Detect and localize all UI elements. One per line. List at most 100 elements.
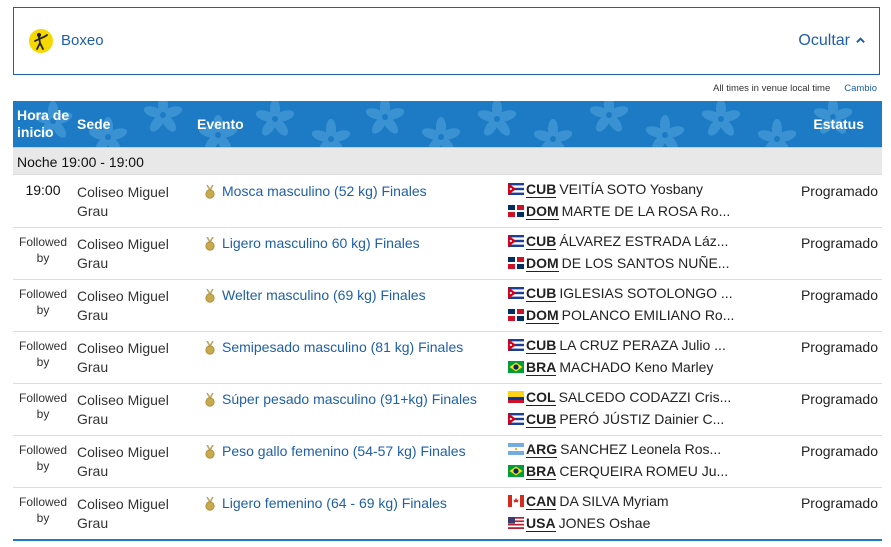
athlete-name[interactable]: ÁLVAREZ ESTRADA Láz... [559, 233, 728, 249]
table-row: Followed by Coliseo Miguel Grau Ligero f… [13, 488, 882, 540]
table-row: Followed by Coliseo Miguel Grau Ligero m… [13, 228, 882, 280]
followed-by-label: Followed by [18, 287, 68, 317]
competitor: BRA CERQUEIRA ROMEU Ju... [508, 463, 728, 483]
competitor: CUB LA CRUZ PERAZA Julio ... [508, 337, 726, 357]
event-link[interactable]: Mosca masculino (52 kg) Finales [222, 183, 427, 199]
dominican-republic-flag-icon [508, 205, 524, 217]
session-group-label: Noche 19:00 - 19:00 [17, 154, 144, 170]
sport-section-header: Boxeo Ocultar [13, 7, 880, 75]
competitor: DOM POLANCO EMILIANO Ro... [508, 307, 734, 327]
country-code[interactable]: BRA [526, 463, 557, 480]
cuba-flag-icon [508, 339, 524, 351]
status-label: Programado [800, 183, 878, 199]
athlete-name[interactable]: SALCEDO CODAZZI Cris... [559, 389, 732, 405]
country-code[interactable]: COL [526, 389, 556, 406]
competitor: ARG SANCHEZ Leonela Ros... [508, 441, 721, 461]
dominican-republic-flag-icon [508, 257, 524, 269]
country-code[interactable]: DOM [526, 255, 559, 272]
medal-icon [205, 445, 215, 459]
athlete-name[interactable]: JONES Oshae [559, 515, 651, 531]
session-group-header: Noche 19:00 - 19:00 [13, 147, 882, 175]
event-link[interactable]: Semipesado masculino (81 kg) Finales [222, 339, 463, 355]
country-code[interactable]: CUB [526, 285, 557, 302]
event-link[interactable]: Welter masculino (69 kg) Finales [222, 287, 426, 303]
table-row: 19:00 Coliseo Miguel Grau Mosca masculin… [13, 176, 882, 228]
usa-flag-icon [508, 517, 524, 529]
country-code[interactable]: DOM [526, 307, 559, 324]
table-row: Followed by Coliseo Miguel Grau Peso gal… [13, 436, 882, 488]
header-event: Evento [197, 116, 244, 132]
venue-name: Coliseo Miguel Grau [77, 496, 169, 531]
country-code[interactable]: DOM [526, 203, 559, 220]
table-row: Followed by Coliseo Miguel Grau Semipesa… [13, 332, 882, 384]
followed-by-label: Followed by [18, 339, 68, 369]
competitor: CUB ÁLVAREZ ESTRADA Láz... [508, 233, 728, 253]
medal-icon [205, 185, 215, 199]
medal-icon [205, 341, 215, 355]
followed-by-label: Followed by [18, 443, 68, 473]
event-link[interactable]: Ligero masculino 60 kg) Finales [222, 235, 420, 251]
start-time: 19:00 [25, 182, 61, 198]
country-code[interactable]: ARG [526, 441, 558, 458]
flower-pattern-decoration [32, 101, 854, 147]
venue-name: Coliseo Miguel Grau [77, 236, 169, 271]
medal-icon [205, 497, 215, 511]
country-code[interactable]: CUB [526, 181, 557, 198]
cuba-flag-icon [508, 235, 524, 247]
timezone-change-link[interactable]: Cambio [844, 83, 877, 94]
competitor: CAN DA SILVA Myriam [508, 493, 669, 513]
brazil-flag-icon [508, 465, 524, 477]
event-link[interactable]: Peso gallo femenino (54-57 kg) Finales [222, 443, 466, 459]
athlete-name[interactable]: IGLESIAS SOTOLONGO ... [559, 285, 732, 301]
status-label: Programado [800, 287, 878, 303]
athlete-name[interactable]: DA SILVA Myriam [559, 493, 668, 509]
status-label: Programado [800, 443, 878, 459]
venue-name: Coliseo Miguel Grau [77, 184, 169, 219]
header-status: Estatus [813, 116, 864, 132]
event-link[interactable]: Súper pesado masculino (91+kg) Finales [222, 391, 477, 407]
header-venue: Sede [77, 116, 111, 132]
status-label: Programado [800, 339, 878, 355]
venue-name: Coliseo Miguel Grau [77, 392, 169, 427]
country-code[interactable]: CAN [526, 493, 557, 510]
venue-name: Coliseo Miguel Grau [77, 340, 169, 375]
athlete-name[interactable]: DE LOS SANTOS NUÑE... [562, 255, 730, 271]
country-code[interactable]: CUB [526, 337, 557, 354]
country-code[interactable]: BRA [526, 359, 557, 376]
venue-name: Coliseo Miguel Grau [77, 288, 169, 323]
status-label: Programado [800, 391, 878, 407]
athlete-name[interactable]: POLANCO EMILIANO Ro... [562, 307, 735, 323]
followed-by-label: Followed by [18, 495, 68, 525]
canada-flag-icon [508, 495, 524, 507]
dominican-republic-flag-icon [508, 309, 524, 321]
athlete-name[interactable]: VEITÍA SOTO Yosbany [559, 181, 703, 197]
timezone-note: All times in venue local time Cambio [713, 83, 877, 94]
athlete-name[interactable]: MARTE DE LA ROSA Ro... [562, 203, 731, 219]
athlete-name[interactable]: CERQUEIRA ROMEU Ju... [559, 463, 728, 479]
chevron-up-icon [856, 37, 865, 44]
medal-icon [205, 393, 215, 407]
cuba-flag-icon [508, 183, 524, 195]
athlete-name[interactable]: PERÓ JÚSTIZ Dainier C... [559, 411, 724, 427]
boxing-pictogram-icon [29, 29, 53, 53]
argentina-flag-icon [508, 443, 524, 455]
athlete-name[interactable]: MACHADO Keno Marley [559, 359, 713, 375]
country-code[interactable]: USA [526, 515, 556, 532]
country-code[interactable]: CUB [526, 411, 557, 428]
event-link[interactable]: Ligero femenino (64 - 69 kg) Finales [222, 495, 447, 511]
table-row: Followed by Coliseo Miguel Grau Welter m… [13, 280, 882, 332]
status-label: Programado [800, 235, 878, 251]
athlete-name[interactable]: SANCHEZ Leonela Ros... [560, 441, 721, 457]
hide-toggle-button[interactable]: Ocultar [798, 32, 865, 50]
brazil-flag-icon [508, 361, 524, 373]
medal-icon [205, 237, 215, 251]
competitor: DOM MARTE DE LA ROSA Ro... [508, 203, 730, 223]
status-label: Programado [800, 495, 878, 511]
competitor: CUB VEITÍA SOTO Yosbany [508, 181, 703, 201]
cuba-flag-icon [508, 413, 524, 425]
competitor: USA JONES Oshae [508, 515, 650, 535]
country-code[interactable]: CUB [526, 233, 557, 250]
followed-by-label: Followed by [18, 391, 68, 421]
athlete-name[interactable]: LA CRUZ PERAZA Julio ... [559, 337, 726, 353]
hide-toggle-label: Ocultar [798, 32, 850, 49]
